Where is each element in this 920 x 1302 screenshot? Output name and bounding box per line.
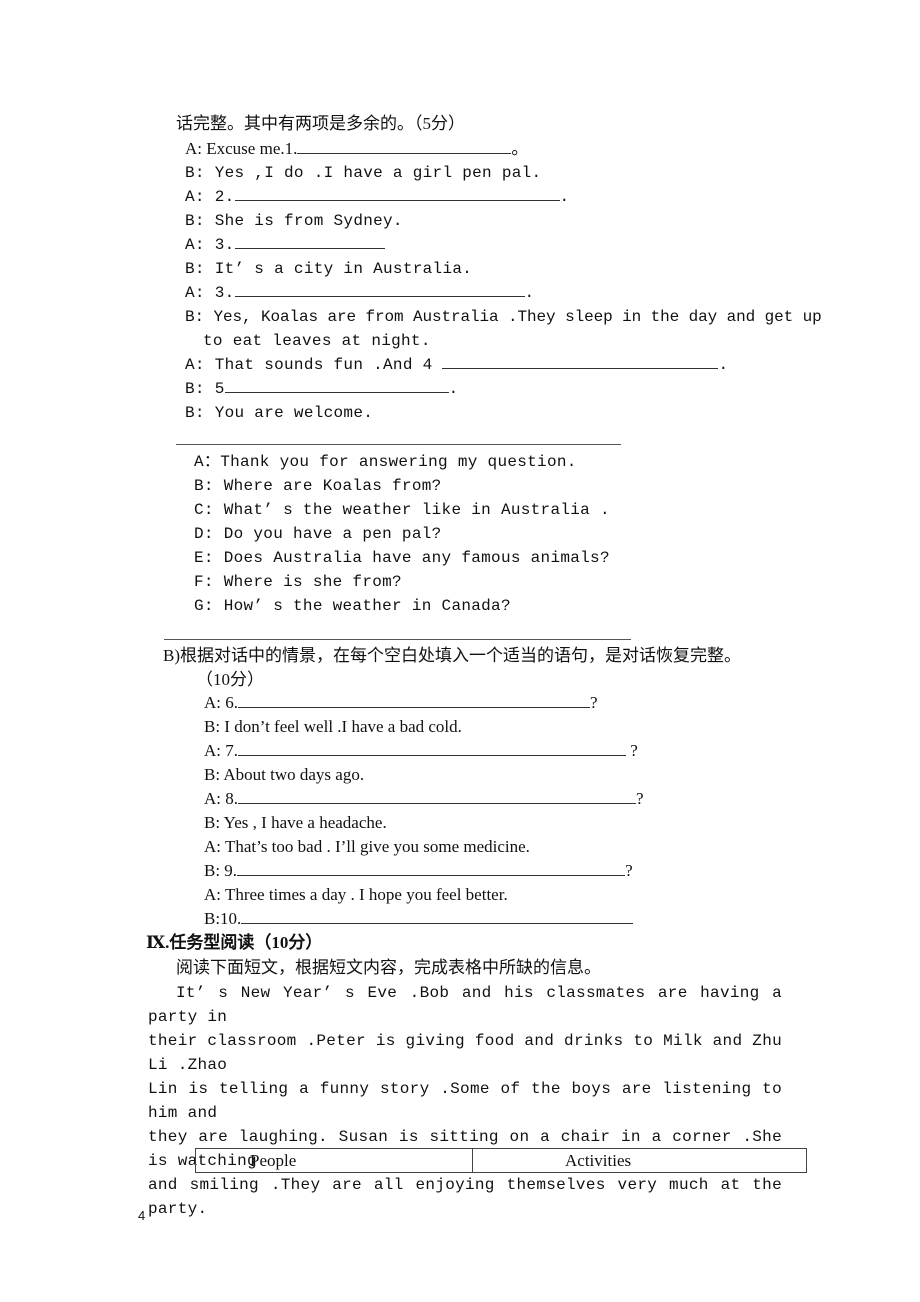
dialogue-line: A: That sounds fun .And 4 . [185,354,728,376]
dialogue-suffix: . [559,188,570,206]
section-a-instruction: 话完整。其中有两项是多余的。（5分） [176,114,465,133]
dialogue-line: A: Excuse me.1. 。 [185,138,528,160]
dialogue-line: A: 6.? [204,692,598,714]
dialogue-line: B: I don’t feel well .I have a bad cold. [204,717,462,736]
dialogue-line: B: Yes , I have a headache. [204,813,387,832]
dialogue-line: B: 9.? [204,860,633,882]
table-header-people: People [195,1148,473,1173]
section-ix-instruction: 阅读下面短文，根据短文内容，完成表格中所缺的信息。 [176,958,601,977]
dialogue-prefix: A: 6. [204,693,238,712]
dialogue-line: to eat leaves at night. [203,332,431,350]
section-ix-heading: Ⅸ.任务型阅读（10分） [146,933,323,952]
dialogue-line: A: That’s too bad . I’ll give you some m… [204,837,530,856]
dialogue-suffix: . [718,356,729,374]
dialogue-prefix: B: 9. [204,861,238,880]
dialogue-suffix: . [524,284,535,302]
reading-passage: It’ s New Year’ s Eve .Bob and his class… [148,981,782,1221]
dialogue-suffix: 。 [511,139,529,158]
option-item: E: Does Australia have any famous animal… [194,549,610,567]
dialogue-line: A: 3. [185,234,385,256]
answer-blank-5[interactable] [224,378,449,393]
dialogue-suffix: ? [590,693,598,712]
dialogue-line: B: She is from Sydney. [185,212,403,230]
dialogue-line: A: 2.. [185,186,569,208]
dialogue-line: A: 7. ? [204,740,638,762]
table-header-activities: Activities [472,1148,807,1173]
dialogue-prefix: B:10. [204,909,242,928]
answer-blank-3b[interactable] [234,282,525,297]
passage-line: It’ s New Year’ s Eve .Bob and his class… [148,984,782,1026]
dialogue-line: A: 8.? [204,788,644,810]
answer-blank-2[interactable] [234,186,560,201]
dialogue-prefix: A: 7. [204,741,238,760]
option-item: B: Where are Koalas from? [194,477,442,495]
answer-blank-9[interactable] [237,861,626,876]
options-bottom-divider [164,639,631,640]
dialogue-line: B:10. [204,908,634,930]
passage-line: and smiling .They are all enjoying thems… [148,1176,782,1218]
answer-blank-3[interactable] [234,234,385,249]
dialogue-line: A: Three times a day . I hope you feel b… [204,885,508,904]
option-item: C: What’ s the weather like in Australia… [194,501,610,519]
answer-blank-4[interactable] [442,354,719,369]
dialogue-line: B: 5. [185,378,459,400]
dialogue-line: B: Yes ,I do .I have a girl pen pal. [185,164,542,182]
dialogue-line: B: You are welcome. [185,404,374,422]
dialogue-prefix: B: 5 [185,380,225,398]
option-item: G: How’ s the weather in Canada? [194,597,511,615]
dialogue-prefix: A: 3. [185,236,235,254]
dialogue-suffix: ? [625,861,633,880]
section-b-score: （10分） [196,670,264,689]
dialogue-line: B: Yes, Koalas are from Australia .They … [185,308,822,326]
dialogue-prefix: A: 3. [185,284,235,302]
section-b-instruction: B)根据对话中的情景，在每个空白处填入一个适当的语句，是对话恢复完整。 [163,646,741,665]
dialogue-prefix: A: That sounds fun .And 4 [185,356,443,374]
options-top-divider [176,444,621,445]
answer-blank-1[interactable] [297,139,512,154]
dialogue-prefix: A: Excuse me.1. [185,139,298,158]
passage-line: their classroom .Peter is giving food an… [148,1032,782,1074]
dialogue-line: A: 3.. [185,282,534,304]
answer-blank-10[interactable] [241,909,634,924]
dialogue-prefix: A: 8. [204,789,238,808]
answer-blank-7[interactable] [238,741,626,756]
answer-blank-8[interactable] [238,789,636,804]
passage-line: Lin is telling a funny story .Some of th… [148,1080,782,1122]
option-item: D: Do you have a pen pal? [194,525,442,543]
page-number: 4 [138,1208,146,1223]
dialogue-suffix: ? [636,789,644,808]
dialogue-line: B: About two days ago. [204,765,365,784]
table-header-row: People Activities [195,1148,807,1173]
answer-blank-6[interactable] [238,693,590,708]
option-item: A：Thank you for answering my question. [194,453,577,471]
activities-table: People Activities [195,1148,807,1173]
option-item: F: Where is she from? [194,573,402,591]
dialogue-line: B: It’ s a city in Australia. [185,260,473,278]
dialogue-suffix: ? [626,741,638,760]
dialogue-suffix: . [448,380,459,398]
dialogue-prefix: A: 2. [185,188,235,206]
